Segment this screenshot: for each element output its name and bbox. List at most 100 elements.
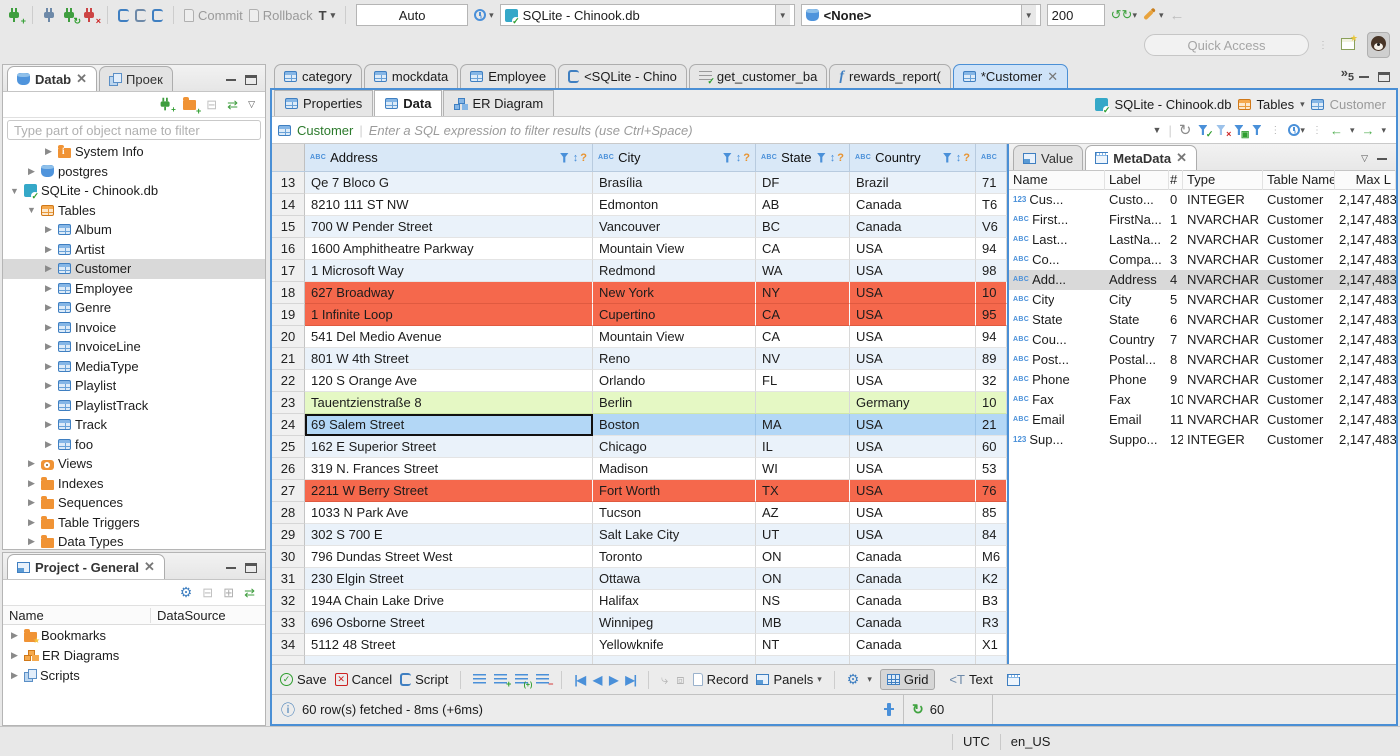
cell-address[interactable]: 1 Microsoft Way <box>305 260 593 282</box>
save-button[interactable]: ✓ Save <box>280 672 327 687</box>
tab-overflow-button[interactable]: »5 <box>1341 65 1356 88</box>
tree-item-sqlite-chinook-db[interactable]: ▼ SQLite - Chinook.db <box>3 181 265 201</box>
maximize-button[interactable] <box>1378 72 1390 82</box>
cell-city[interactable]: New York <box>593 282 756 304</box>
rollback-button[interactable]: Rollback <box>248 8 313 23</box>
link-with-editor-icon[interactable]: ⇄ <box>227 97 238 113</box>
cell-country[interactable]: Canada <box>850 612 976 634</box>
settings-gear-icon[interactable]: ⚙ <box>180 584 193 601</box>
row-number[interactable]: 16 <box>272 238 305 260</box>
cell-postal[interactable]: 10 <box>976 282 1007 304</box>
tab-er-diagram[interactable]: ER Diagram <box>443 90 555 116</box>
tree-item-playlist[interactable]: ▶ Playlist <box>3 376 265 396</box>
editor-tab--sqlite-chino[interactable]: <SQLite - Chino <box>558 64 687 88</box>
cell-city[interactable]: Tucson <box>593 502 756 524</box>
minimize-button[interactable] <box>1376 154 1388 164</box>
cell-city[interactable]: Orlando <box>593 370 756 392</box>
tab-projects[interactable]: Проек <box>99 66 173 91</box>
cell-address[interactable]: 162 E Superior Street <box>305 436 593 458</box>
collapse-all-icon[interactable]: ⊟ <box>206 97 217 113</box>
tree-item-data-types[interactable]: ▶ Data Types <box>3 532 265 550</box>
reconnect-icon[interactable]: ↻ <box>63 7 81 25</box>
row-number[interactable]: 18 <box>272 282 305 304</box>
cell-address[interactable]: 696 Osborne Street <box>305 612 593 634</box>
cell-state[interactable] <box>756 392 850 414</box>
filter-help-icon[interactable]: ? <box>743 152 750 164</box>
expand-arrow-icon[interactable]: ▶ <box>9 630 20 641</box>
fetch-prev-icon[interactable]: ← <box>1330 123 1343 138</box>
row-number[interactable]: 14 <box>272 194 305 216</box>
tab-database-navigator[interactable]: Datab ✕ <box>7 66 98 91</box>
grid-corner-cell[interactable] <box>272 144 305 171</box>
row-number[interactable]: 30 <box>272 546 305 568</box>
close-icon[interactable]: ✕ <box>1176 150 1187 166</box>
open-sql-console-icon[interactable] <box>135 8 146 22</box>
cell-state[interactable]: CA <box>756 304 850 326</box>
cell-country[interactable]: USA <box>850 524 976 546</box>
cell-city[interactable]: Mountain View <box>593 326 756 348</box>
row-number[interactable]: 28 <box>272 502 305 524</box>
cell-country[interactable]: USA <box>850 282 976 304</box>
grid-view-toggle[interactable]: Grid <box>879 669 936 690</box>
execution-time-icon[interactable]: ▾ <box>1288 124 1305 136</box>
expand-arrow-icon[interactable]: ▶ <box>43 380 54 391</box>
cell-state[interactable]: CA <box>756 326 850 348</box>
cell-postal[interactable]: 60 <box>976 436 1007 458</box>
cell-city[interactable]: Redmond <box>593 260 756 282</box>
remove-filter-icon[interactable]: × <box>1216 124 1231 139</box>
add-row-icon[interactable] <box>494 674 511 689</box>
tree-item-genre[interactable]: ▶ Genre <box>3 298 265 318</box>
new-connection-icon[interactable]: + <box>160 97 176 113</box>
link-with-editor-icon[interactable]: ⇄ <box>244 585 255 601</box>
expand-arrow-icon[interactable]: ▼ <box>26 205 37 215</box>
cell-country[interactable]: USA <box>850 436 976 458</box>
tree-item-tables[interactable]: ▼ Tables <box>3 201 265 221</box>
column-header-address[interactable]: ABC Address ↕? <box>305 144 593 171</box>
cell-state[interactable]: CA <box>756 238 850 260</box>
tree-item-invoice[interactable]: ▶ Invoice <box>3 318 265 338</box>
cell-city[interactable]: Salt Lake City <box>593 524 756 546</box>
close-icon[interactable]: ✕ <box>1047 69 1058 85</box>
cell-postal[interactable]: 84 <box>976 524 1007 546</box>
meta-column-header-type[interactable]: Type <box>1183 170 1263 190</box>
cancel-button[interactable]: ✕ Cancel <box>334 672 392 687</box>
expand-arrow-icon[interactable]: ▶ <box>43 361 54 372</box>
meta-row[interactable]: 123 Cus... Custo... 0 INTEGER Customer 2,147,4… <box>1009 190 1396 210</box>
row-number[interactable]: 20 <box>272 326 305 348</box>
editor-tab-employee[interactable]: Employee <box>460 64 557 88</box>
cell-address[interactable]: 1033 N Park Ave <box>305 502 593 524</box>
expand-arrow-icon[interactable]: ▶ <box>26 517 37 528</box>
cell-address[interactable]: 801 W 4th Street <box>305 348 593 370</box>
tree-item-customer[interactable]: ▶ Customer <box>3 259 265 279</box>
record-button[interactable]: Record <box>692 672 748 687</box>
cell-postal[interactable]: 53 <box>976 458 1007 480</box>
calc-panel-icon[interactable] <box>884 703 894 716</box>
cell-postal[interactable]: X1 <box>976 634 1007 656</box>
last-page-icon[interactable]: ▶| <box>625 673 637 687</box>
cell-address[interactable]: Tauentzienstraße 8 <box>305 392 593 414</box>
cell-address[interactable]: 120 S Orange Ave <box>305 370 593 392</box>
cell-address[interactable]: 1600 Amphitheatre Parkway <box>305 238 593 260</box>
sql-filter-input[interactable]: Enter a SQL expression to filter results… <box>369 123 1147 138</box>
minimize-button[interactable] <box>225 75 237 85</box>
meta-column-header-label[interactable]: Label <box>1105 170 1169 190</box>
filter-funnel-icon[interactable] <box>559 152 571 164</box>
row-number[interactable]: 13 <box>272 172 305 194</box>
cell-state[interactable]: MB <box>756 612 850 634</box>
duplicate-row-icon[interactable] <box>515 674 532 689</box>
column-header-city[interactable]: ABC City ↕? <box>593 144 756 171</box>
tree-item-artist[interactable]: ▶ Artist <box>3 240 265 260</box>
meta-column-header-table-name[interactable]: Table Name <box>1263 170 1335 190</box>
fetch-size-input[interactable]: 200 <box>1046 4 1105 26</box>
cell-state[interactable]: NV <box>756 348 850 370</box>
cell-city[interactable]: Toronto <box>593 546 756 568</box>
cell-postal[interactable]: 89 <box>976 348 1007 370</box>
column-header-name[interactable]: Name <box>3 607 151 623</box>
meta-column-header--[interactable]: # <box>1169 170 1183 190</box>
open-perspective-button[interactable] <box>1338 34 1358 56</box>
first-page-icon[interactable]: |◀ <box>574 673 586 687</box>
sql-editor-icon[interactable] <box>118 8 129 22</box>
cell-postal[interactable]: V6 <box>976 216 1007 238</box>
save-filter-icon[interactable]: ▣ <box>1234 124 1249 139</box>
cell-postal[interactable]: 85 <box>976 502 1007 524</box>
